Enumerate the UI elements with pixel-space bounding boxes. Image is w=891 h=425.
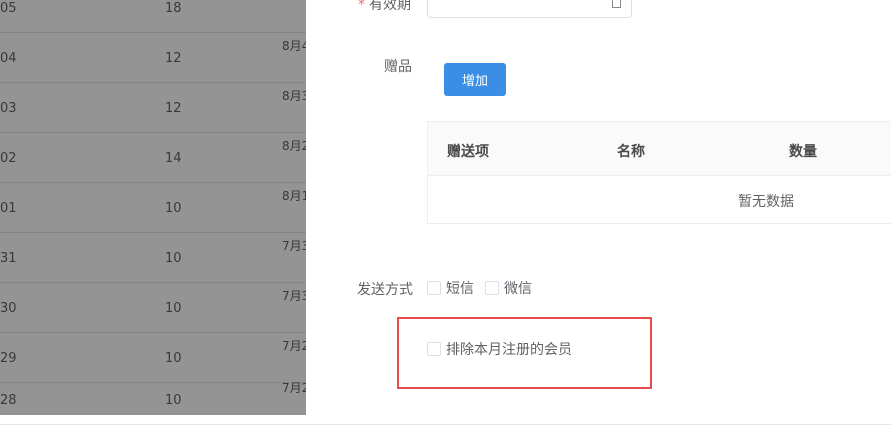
gift-table: 赠送项 名称 数量 暂无数据 — [427, 121, 891, 224]
gift-label: 赠品 — [384, 59, 412, 75]
checkbox-box[interactable] — [485, 281, 499, 295]
checkbox-box[interactable] — [427, 281, 441, 295]
wechat-label: 微信 — [504, 281, 532, 297]
gift-table-header: 赠送项 名称 数量 — [428, 122, 891, 176]
validity-date-input[interactable] — [427, 0, 632, 18]
wechat-checkbox[interactable]: 微信 — [485, 278, 532, 298]
empty-text: 暂无数据 — [738, 194, 794, 210]
sms-label: 短信 — [446, 281, 474, 297]
add-gift-button[interactable]: 增加 — [444, 63, 506, 96]
highlight-box — [397, 317, 652, 389]
required-mark: * — [358, 0, 365, 13]
column-header-name: 名称 — [617, 144, 645, 160]
validity-label: * 有效期 — [358, 0, 411, 14]
sms-checkbox[interactable]: 短信 — [427, 278, 474, 298]
send-method-label: 发送方式 — [357, 282, 413, 298]
column-header-gift-item: 赠送项 — [447, 144, 489, 160]
calendar-icon — [612, 0, 621, 8]
column-header-quantity: 数量 — [789, 144, 817, 160]
drawer-panel: * 有效期 赠品 增加 赠送项 名称 数量 暂无数据 发送方式 短信 微信 排除本… — [306, 0, 891, 415]
